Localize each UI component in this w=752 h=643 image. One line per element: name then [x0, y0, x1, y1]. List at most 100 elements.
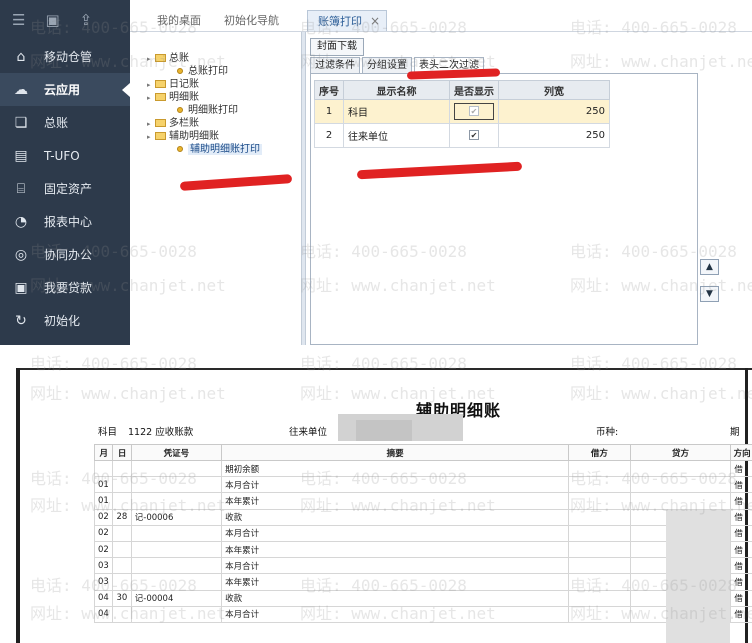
cell-day — [112, 540, 132, 559]
cell-day — [112, 605, 132, 623]
expander-icon[interactable]: ▸ — [147, 53, 155, 66]
nav-collaborative-office[interactable]: ◎ 协同办公 — [0, 238, 130, 271]
subtab-filter-conditions[interactable]: 过滤条件 — [310, 57, 360, 73]
tab-init-navigation[interactable]: 初始化导航 — [224, 10, 279, 31]
period-label: 期 — [730, 427, 740, 438]
table-row: 期初余额 借 — [93, 459, 752, 478]
tree-leaf[interactable]: 明细账打印 — [177, 104, 238, 117]
cell-credit — [629, 459, 732, 478]
col-day: 日 — [112, 444, 132, 461]
row-width[interactable]: 250 — [498, 123, 610, 148]
close-icon[interactable]: × — [370, 14, 380, 28]
sidebar-item-label: 总账 — [44, 116, 69, 130]
tree-leaf[interactable]: 辅助明细账打印 — [177, 143, 262, 156]
move-up-button[interactable]: ▲ — [700, 259, 719, 275]
expander-icon[interactable]: ▸ — [147, 92, 155, 105]
visible-checkbox[interactable]: ✔ — [469, 130, 479, 140]
tab-my-desktop[interactable]: 我的桌面 — [157, 10, 201, 31]
col-debit: 借方 — [568, 444, 631, 461]
currency-label: 币种: — [596, 427, 619, 438]
cover-download-button[interactable]: 封面下载 — [310, 38, 364, 56]
cell-summary: 收款 — [221, 508, 570, 526]
expander-icon[interactable]: ▸ — [147, 131, 155, 144]
cell-debit — [568, 459, 631, 478]
row-visible-cell[interactable]: ✔ — [449, 123, 499, 148]
document-icon — [177, 146, 183, 152]
screen-icon[interactable]: ▣ — [45, 11, 59, 29]
cell-debit — [568, 605, 631, 623]
tree-folder[interactable]: ▸ 总账 — [147, 52, 189, 65]
separator — [0, 345, 752, 360]
ledger-table: 月 日 凭证号 摘要 借方 贷方 方向 期初余额借 01 本月合计借 01 本年累计借 0… — [93, 444, 752, 623]
nav-cloud-apps[interactable]: ☁ 云应用 — [0, 73, 130, 106]
tree-label: 辅助明细账打印 — [188, 144, 262, 155]
nav-t-ufo[interactable]: ▤ T-UFO — [0, 139, 130, 172]
target-icon: ◎ — [14, 246, 28, 263]
export-icon[interactable]: ⇪ — [80, 11, 93, 29]
tree-folder[interactable]: ▸ 辅助明细账 — [147, 130, 219, 143]
bank-icon: ⌸ — [16, 180, 26, 197]
redacted-area — [356, 420, 412, 441]
cell-month: 01 — [93, 492, 114, 510]
money-icon: ▣ — [14, 279, 28, 296]
sidebar-nav: ⌂ 移动仓管 ☁ 云应用 ❏ 总账 ▤ T-UFO ⌸ 固定资产 ◔ 报表中心 ◎ 协同办公 ▣ 我要贷款 ↻ 初… — [0, 40, 130, 337]
cell-direction: 借 — [730, 476, 752, 494]
nav-general-ledger[interactable]: ❏ 总账 — [0, 106, 130, 139]
counterparty-label: 往来单位 — [289, 427, 328, 438]
nav-loan[interactable]: ▣ 我要贷款 — [0, 271, 130, 304]
cell-summary: 本月合计 — [221, 557, 570, 575]
row-display-name[interactable]: 往来单位 — [343, 123, 450, 148]
table-row[interactable]: 1 科目 ✔ 250 — [314, 99, 610, 124]
tab-ledger-print[interactable]: 账簿打印 × — [307, 10, 388, 31]
visible-checkbox[interactable]: ✔ — [469, 106, 479, 116]
cell-voucher: 记-00006 — [130, 508, 223, 526]
cell-day — [112, 524, 132, 542]
cell-summary: 本年累计 — [221, 492, 570, 510]
move-down-button[interactable]: ▼ — [700, 286, 719, 302]
cell-month: 03 — [93, 557, 114, 575]
cell-day: 28 — [112, 508, 132, 526]
cell-debit — [568, 557, 631, 575]
table-row[interactable]: 2 往来单位 ✔ 250 — [314, 123, 610, 148]
cell-voucher — [130, 605, 223, 623]
cell-summary: 收款 — [221, 589, 570, 607]
tree-label: 明细账 — [169, 92, 199, 103]
cell-direction: 借 — [730, 540, 752, 559]
cell-debit — [568, 508, 631, 526]
row-visible-cell[interactable]: ✔ — [449, 99, 499, 124]
folder-icon — [155, 132, 166, 140]
cell-debit — [568, 476, 631, 494]
tree-leaf[interactable]: 总账打印 — [177, 65, 228, 78]
cell-direction: 借 — [730, 459, 752, 478]
tree-folder[interactable]: ▸ 明细账 — [147, 91, 199, 104]
cell-day — [112, 573, 132, 591]
menu-icon[interactable]: ☰ — [12, 11, 25, 29]
cell-month: 04 — [93, 589, 114, 607]
row-display-name[interactable]: 科目 — [343, 99, 450, 124]
sidebar-item-label: 协同办公 — [44, 248, 93, 262]
tree-label: 多栏账 — [169, 118, 199, 129]
tree-folder[interactable]: ▸ 多栏账 — [147, 117, 199, 130]
cloud-icon: ☁ — [14, 81, 28, 98]
print-preview: 辅助明细账 科目 1122 应收账款 往来单位 币种: 期 月 日 凭证号 摘要… — [16, 360, 752, 643]
tree-label: 总账 — [169, 53, 189, 64]
cell-month: 03 — [93, 573, 114, 591]
cell-month: 02 — [93, 540, 114, 559]
col-header-width: 列宽 — [498, 80, 610, 100]
column-settings-grid: 序号 显示名称 是否显示 列宽 1 科目 ✔ 250 2 往来单位 ✔ 250 — [310, 73, 698, 345]
cell-day — [112, 492, 132, 510]
nav-report-center[interactable]: ◔ 报表中心 — [0, 205, 130, 238]
tree-label: 明细账打印 — [188, 105, 238, 116]
nav-fixed-assets[interactable]: ⌸ 固定资产 — [0, 172, 130, 205]
nav-mobile-warehouse[interactable]: ⌂ 移动仓管 — [0, 40, 130, 73]
nav-initialization[interactable]: ↻ 初始化 — [0, 304, 130, 337]
row-width[interactable]: 250 — [498, 99, 610, 124]
composite-screenshot: ☰ ▣ ⇪ ⌂ 移动仓管 ☁ 云应用 ❏ 总账 ▤ T-UFO ⌸ 固定资产 ◔ 报表中心 ◎ 协同办公 ▣… — [0, 0, 752, 643]
cell-summary: 期初余额 — [221, 459, 570, 478]
col-credit: 贷方 — [629, 444, 732, 461]
row-no: 2 — [314, 123, 344, 148]
tree-folder[interactable]: ▸ 日记账 — [147, 78, 199, 91]
cell-voucher — [130, 492, 223, 510]
cell-direction: 借 — [730, 557, 752, 575]
subtab-group-settings[interactable]: 分组设置 — [362, 57, 412, 73]
